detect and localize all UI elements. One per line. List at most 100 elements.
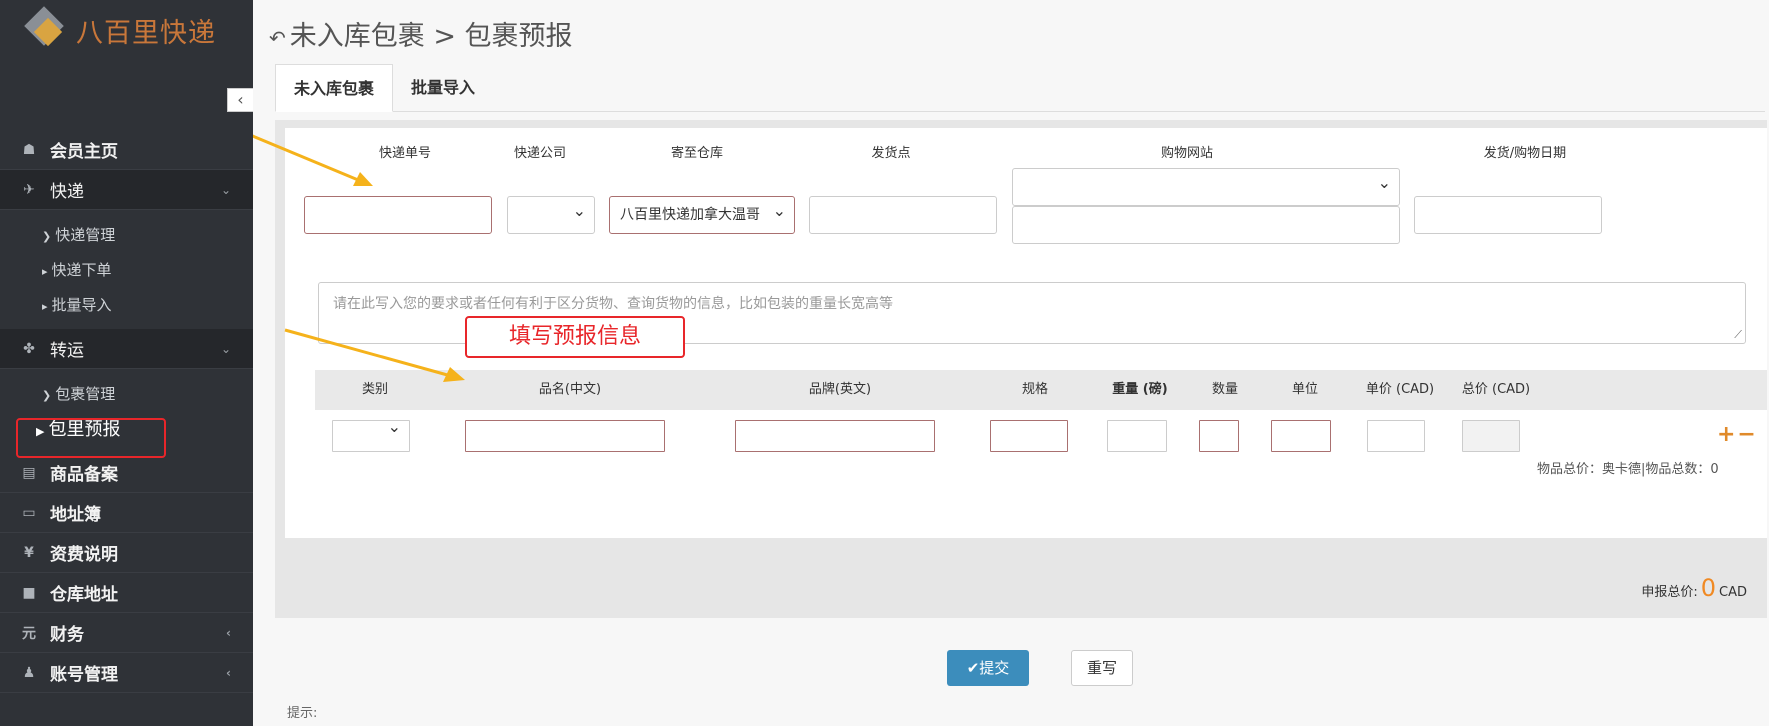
home-icon: ☗ [22,141,36,158]
sidebar-item-express-order[interactable]: ▸ 快递下单 [0,253,253,288]
tab-batch-import[interactable]: 批量导入 [393,64,493,112]
brand-en-input[interactable] [735,420,935,452]
sidebar-item-label: 快递下单 [51,261,112,279]
unit-input[interactable] [1271,420,1331,452]
remarks-placeholder: 请在此写入您的要求或者任何有利于区分货物、查询货物的信息，比如包装的重量长宽高等 [333,296,893,312]
chevron-right-icon: ❯ [42,389,52,402]
sidebar-item-label: 批量导入 [51,296,112,314]
sidebar-item-label: 财务 [50,625,84,645]
label-date: 发货/购物日期 [1483,146,1567,161]
sidebar-collapse-button[interactable]: ‹ [227,88,253,112]
weight-input[interactable] [1107,420,1167,452]
resize-handle-icon[interactable]: ⟋ [1734,328,1742,342]
th-unit-price: 单价 (CAD) [1365,382,1435,397]
shop-select[interactable] [1012,165,1400,206]
annotation-fill-forecast: 填写预报信息 [465,316,685,358]
th-unit: 单位 [1291,382,1318,397]
highlight-box-package-forecast [16,418,166,458]
goods-table-header: 类别 品名(中文) 品牌(英文) 规格 重量 (磅) 数量 单位 单价 (CAD… [315,370,1767,410]
th-spec: 规格 [1021,382,1048,397]
date-input[interactable] [1414,196,1602,234]
declared-total-value: 0 [1700,574,1717,602]
sidebar-item-account[interactable]: ♟ 账号管理 ‹ [0,653,253,693]
quantity-input[interactable] [1199,420,1239,452]
chevron-left-icon: ‹ [226,625,231,640]
sidebar-item-label: 会员主页 [50,142,118,162]
sidebar-item-label: 快递管理 [55,226,116,244]
sidebar-item-label: 仓库地址 [50,585,118,605]
diamond-logo-icon [22,6,66,52]
origin-input[interactable] [809,196,997,234]
sidebar-item-label: 账号管理 [50,665,118,685]
submit-button[interactable]: ✔提交 [947,650,1029,686]
yuan-icon: 元 [22,625,36,642]
shop-input[interactable] [1012,206,1400,244]
unit-price-input[interactable] [1367,420,1425,452]
sidebar-item-label: 商品备案 [50,465,118,485]
main-content: ↶ 未入库包裹 > 包裹预报 未入库包裹 批量导入 快递单号 快递公司 寄至仓库 … [253,0,1769,726]
th-category: 类别 [361,382,388,397]
sidebar-item-express[interactable]: ✈ 快递 ⌄ [0,170,253,210]
tip-label: 提示: [287,706,318,721]
th-quantity: 数量 [1211,382,1238,397]
chevron-down-icon: ⌄ [220,182,231,197]
breadcrumb: ↶ 未入库包裹 > 包裹预报 [269,14,573,53]
spec-input[interactable] [990,420,1068,452]
tab-unstocked-packages[interactable]: 未入库包裹 [275,64,394,112]
sidebar-item-address-book[interactable]: ▭ 地址簿 [0,493,253,533]
sidebar-item-finance[interactable]: 元 财务 ‹ [0,613,253,653]
plane-icon: ✈ [23,181,35,198]
th-total-price: 总价 (CAD) [1461,382,1531,397]
courier-select[interactable] [507,193,595,234]
yen-icon: ¥ [24,544,34,561]
th-brand-en: 品牌(英文) [808,382,872,397]
declared-total-label: 申报总价: [1641,585,1698,600]
sidebar-item-member-home[interactable]: ☗ 会员主页 [0,130,253,170]
add-remove-row-icon[interactable]: +− [1717,422,1758,447]
sidebar-item-transfer[interactable]: ✤ 转运 ⌄ [0,329,253,369]
chevron-down-icon: ⌄ [220,341,231,356]
sidebar-item-label: 转运 [50,341,84,361]
express-submenu: ❯ 快递管理 ▸ 快递下单 ▸ 批量导入 [0,210,253,329]
declared-total: 申报总价: 0 CAD [1641,574,1747,602]
warehouse-select[interactable]: 八百里快递加拿大温哥 [609,193,795,234]
tracking-number-input[interactable] [304,196,492,234]
sidebar-item-pricing[interactable]: ¥ 资费说明 [0,533,253,573]
sidebar-item-warehouse-address[interactable]: ■ 仓库地址 [0,573,253,613]
back-arrow-icon[interactable]: ↶ [269,26,286,50]
declared-total-currency: CAD [1719,585,1747,600]
brand-logo[interactable]: 八百里快递 [22,6,216,54]
sidebar-item-express-import[interactable]: ▸ 批量导入 [0,288,253,323]
warehouse-select-value: 八百里快递加拿大温哥 [620,207,760,223]
sidebar-item-package-manage[interactable]: ❯ 包裹管理 [0,377,253,412]
reset-button[interactable]: 重写 [1071,650,1133,686]
sidebar-item-label: 包裹管理 [55,385,116,403]
total-price-field [1462,420,1520,452]
goods-summary: 物品总价：奥卡德|物品总数：0 [1537,462,1719,477]
chevron-right-icon: ❯ [42,230,52,243]
th-weight: 重量 (磅) [1112,382,1168,397]
caret-right-icon: ▸ [42,300,48,313]
name-cn-input[interactable] [465,420,665,452]
sidebar-item-label: 资费说明 [50,545,118,565]
forecast-form: 快递单号 快递公司 寄至仓库 发货点 购物网站 发货/购物日期 八百里快递加拿大… [285,128,1767,538]
forecast-panel: 快递单号 快递公司 寄至仓库 发货点 购物网站 发货/购物日期 八百里快递加拿大… [275,120,1767,618]
warehouse-icon: ■ [22,584,36,601]
label-warehouse: 寄至仓库 [670,146,723,161]
label-tracking: 快递单号 [378,146,431,161]
chevron-left-icon: ‹ [226,665,231,680]
sidebar-nav: ☗ 会员主页 ✈ 快递 ⌄ ❯ 快递管理 ▸ 快递下单 ▸ 批量导入 ✤ 转运 ⌄ ❯… [0,130,253,693]
th-name-cn: 品名(中文) [538,382,602,397]
sidebar-item-label: 地址簿 [50,505,101,525]
sidebar-item-express-manage[interactable]: ❯ 快递管理 [0,218,253,253]
user-icon: ♟ [22,664,36,681]
label-courier: 快递公司 [513,146,566,161]
transfer-icon: ✤ [23,340,35,357]
sidebar-item-label: 快递 [50,182,84,202]
sidebar-item-product-record[interactable]: ▤ 商品备案 [0,453,253,493]
sidebar: 八百里快递 ‹ ☗ 会员主页 ✈ 快递 ⌄ ❯ 快递管理 ▸ 快递下单 ▸ 批量导入 … [0,0,253,726]
brand-name: 八百里快递 [76,17,216,49]
label-shop: 购物网站 [1160,146,1213,161]
category-select[interactable] [332,417,410,452]
tab-bar: 未入库包裹 批量导入 [275,64,1765,112]
